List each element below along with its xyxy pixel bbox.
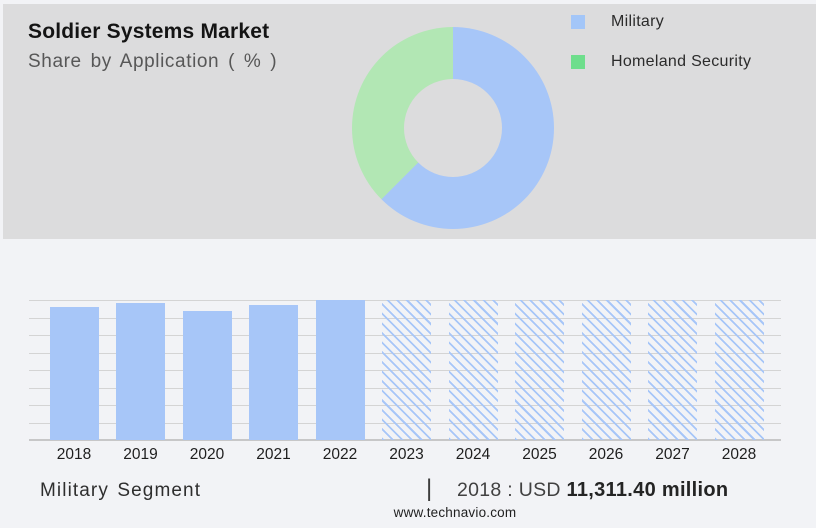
- legend-label-homeland-security: Homeland Security: [611, 53, 752, 70]
- donut-chart: [352, 27, 554, 229]
- military-segment-panel: 2018 2019 2020 2021 2022 2023 2024 2025 2026 2027…: [0, 239, 816, 528]
- legend-item-homeland-security: Homeland Security: [571, 53, 752, 70]
- bar-forecast-2026: [581, 300, 631, 440]
- x-tick-label-2027: 2027: [655, 446, 690, 463]
- bar-2018: [49, 307, 99, 440]
- x-tick-label-2021: 2021: [256, 446, 291, 463]
- donut-legend: Military Homeland Security: [571, 13, 752, 94]
- bar-forecast-2025: [515, 300, 564, 440]
- bar-2020: [182, 311, 232, 440]
- bar-forecast-2028: [714, 300, 764, 440]
- homeland-security-swatch-icon: [571, 55, 585, 69]
- x-axis-labels: 2018 2019 2020 2021 2022 2023 2024 2025 2026 2027…: [29, 446, 781, 464]
- bar-forecast-2027: [648, 300, 697, 440]
- legend-label-military: Military: [611, 13, 665, 30]
- bar-forecast-2024: [448, 300, 498, 440]
- x-tick-label-2023: 2023: [389, 446, 424, 463]
- bar-2019: [116, 302, 165, 440]
- x-tick-label-2022: 2022: [322, 446, 358, 463]
- x-tick-label-2026: 2026: [588, 446, 624, 463]
- military-swatch-icon: [571, 15, 585, 29]
- market-value-caption: 2018 : USD 11,311.40 million: [457, 479, 728, 502]
- page-title: Soldier Systems Market: [28, 20, 270, 43]
- legend-item-military: Military: [571, 13, 751, 30]
- header: Soldier Systems Market Share by Applicat…: [28, 20, 277, 73]
- x-tick-label-2024: 2024: [455, 446, 491, 463]
- bar-2022: [315, 300, 365, 440]
- x-tick-label-2020: 2020: [189, 446, 225, 463]
- x-tick-label-2019: 2019: [123, 446, 158, 463]
- x-tick-label-2018: 2018: [56, 446, 92, 463]
- bar-chart-plot-area: [29, 300, 781, 441]
- segment-caption: Military Segment: [40, 480, 202, 501]
- page-subtitle: Share by Application ( % ): [28, 51, 278, 72]
- website-url: www.technavio.com: [393, 505, 517, 520]
- infographic-root: { "header": { "title": "Soldier Systems …: [0, 0, 816, 528]
- value-bold: 11,311.40 million: [566, 479, 729, 501]
- bar-forecast-2023: [382, 300, 431, 440]
- caption-separator: |: [426, 475, 433, 502]
- x-tick-label-2025: 2025: [522, 446, 557, 463]
- donut-hole: [404, 79, 502, 177]
- x-tick-label-2028: 2028: [721, 446, 757, 463]
- share-by-application-panel: Soldier Systems Market Share by Applicat…: [3, 4, 816, 239]
- value-prefix: 2018 : USD: [457, 479, 567, 501]
- bar-2021: [249, 305, 298, 440]
